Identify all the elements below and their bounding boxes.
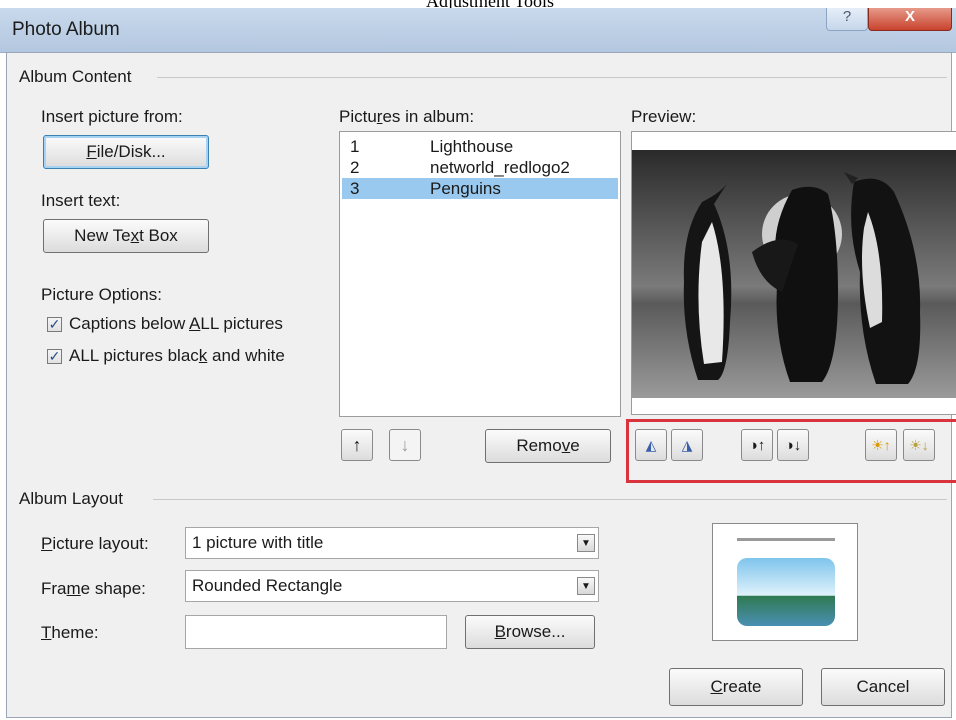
brightness-down-button[interactable]: ☀↓ — [903, 429, 935, 461]
check-mark-icon: ✓ — [48, 316, 61, 332]
contrast-up-icon: ◑↑ — [748, 436, 766, 454]
list-item-selected[interactable]: 3 Penguins — [342, 178, 618, 199]
arrow-up-icon: ↑ — [352, 434, 362, 455]
layout-preview — [712, 523, 858, 641]
contrast-down-button[interactable]: ◑↓ — [777, 429, 809, 461]
list-item[interactable]: 1 Lighthouse — [342, 136, 618, 157]
brightness-up-icon: ☀↑ — [871, 436, 891, 453]
album-content-label: Album Content — [19, 67, 138, 87]
file-disk-button[interactable]: File/Disk... — [43, 135, 209, 169]
captions-option-label: Captions below ALL pictures — [69, 314, 283, 333]
close-icon: X — [904, 8, 915, 25]
rotate-right-icon: ◮ — [681, 436, 693, 453]
black-white-option-label: ALL pictures black and white — [69, 346, 285, 365]
move-up-button[interactable]: ↑ — [341, 429, 373, 461]
frame-shape-label: Frame shape: — [41, 579, 146, 598]
cancel-button[interactable]: Cancel — [821, 668, 945, 706]
penguins-preview-image — [632, 132, 956, 414]
preview-label: Preview: — [631, 107, 697, 126]
album-layout-divider — [153, 499, 947, 500]
remove-button[interactable]: Remo v e — [485, 429, 611, 463]
picture-layout-label: Picture layout: — [41, 534, 149, 553]
insert-picture-label: Insert picture from: — [41, 107, 183, 126]
help-button[interactable]: ? — [826, 8, 868, 31]
chevron-down-icon[interactable]: ▼ — [577, 577, 595, 595]
layout-preview-thumbnail — [737, 538, 835, 626]
album-content-divider — [157, 77, 947, 78]
pictures-in-album-label: Pictures in album: — [339, 107, 475, 126]
frame-shape-dropdown[interactable]: Rounded Rectangle ▼ — [185, 570, 599, 602]
new-text-box-button[interactable]: New Te x t Box — [43, 219, 209, 253]
title-bar: Photo Album ? X — [0, 8, 956, 53]
contrast-down-icon: ◑↓ — [784, 436, 802, 454]
black-white-checkbox[interactable]: ✓ — [47, 349, 62, 364]
brightness-down-icon: ☀↓ — [909, 436, 929, 453]
contrast-up-button[interactable]: ◑↑ — [741, 429, 773, 461]
check-mark-icon: ✓ — [48, 348, 61, 364]
browse-button[interactable]: Browse... — [465, 615, 595, 649]
album-layout-label: Album Layout — [19, 489, 129, 509]
list-item[interactable]: 2 networld_redlogo2 — [342, 157, 618, 178]
pictures-list[interactable]: 1 Lighthouse 2 networld_redlogo2 3 Pengu… — [339, 131, 621, 417]
chevron-down-icon[interactable]: ▼ — [577, 534, 595, 552]
brightness-up-button[interactable]: ☀↑ — [865, 429, 897, 461]
insert-text-label: Insert text: — [41, 191, 121, 210]
photo-album-dialog: Album Content Insert picture from: File/… — [6, 52, 956, 718]
window-title: Photo Album — [12, 19, 120, 40]
rotate-right-button[interactable]: ◮ — [671, 429, 703, 461]
captions-checkbox[interactable]: ✓ — [47, 317, 62, 332]
help-icon: ? — [842, 8, 852, 25]
create-button[interactable]: Create — [669, 668, 803, 706]
preview-frame — [631, 131, 956, 415]
rotate-left-button[interactable]: ◭ — [635, 429, 667, 461]
move-down-button[interactable]: ↓ — [389, 429, 421, 461]
picture-options-label: Picture Options: — [41, 285, 162, 304]
theme-label: Theme: — [41, 623, 99, 642]
picture-layout-dropdown[interactable]: 1 picture with title ▼ — [185, 527, 599, 559]
rotate-left-icon: ◭ — [645, 436, 657, 453]
theme-field[interactable] — [185, 615, 447, 649]
close-button[interactable]: X — [868, 8, 952, 31]
arrow-down-icon: ↓ — [400, 434, 410, 455]
